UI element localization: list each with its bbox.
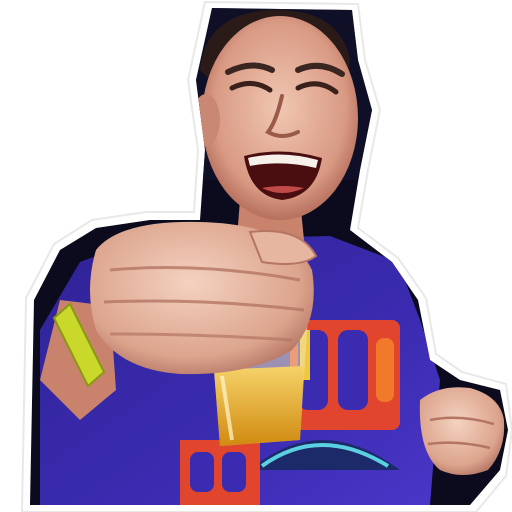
pointing-hand: [419, 387, 505, 475]
photo-content: [30, 8, 508, 505]
photo-illustration: [20, 0, 512, 512]
hand-fist: [90, 221, 318, 375]
sticker-image: [0, 0, 512, 512]
